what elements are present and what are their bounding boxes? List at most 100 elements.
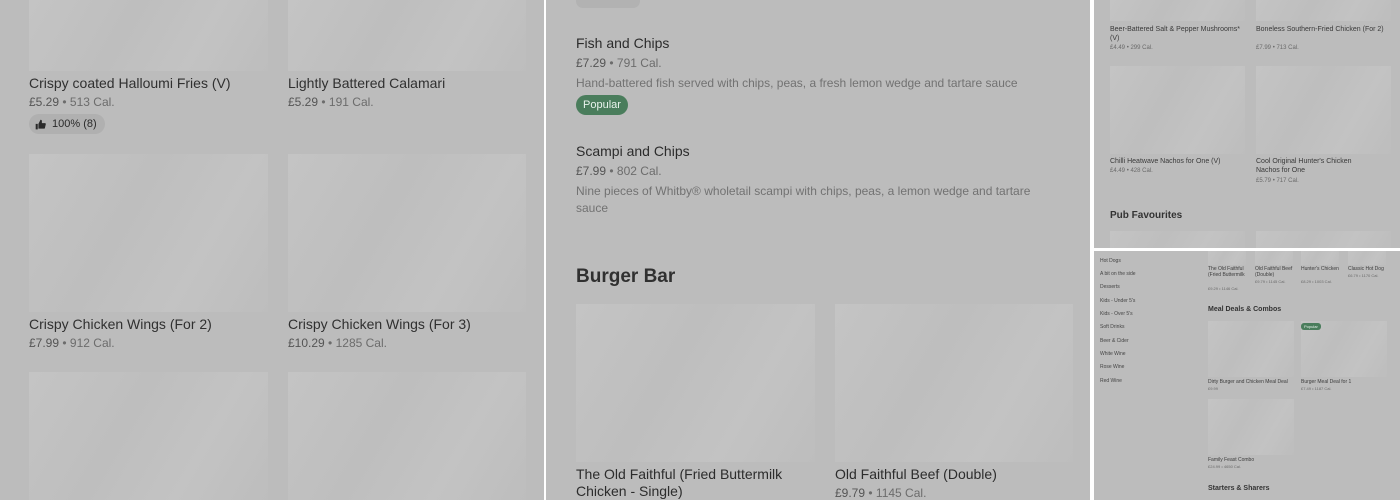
item-name[interactable]: Old Faithful Beef (Double) bbox=[1255, 266, 1299, 278]
sidebar-item-rose-wine[interactable]: Rose Wine bbox=[1100, 364, 1124, 370]
item-calories: 1003 Cal. bbox=[1314, 279, 1332, 284]
item-calories: 791 Cal. bbox=[616, 56, 662, 70]
item-price-cal: £4.49 • 428 Cal. bbox=[1110, 168, 1153, 174]
item-image[interactable] bbox=[576, 304, 815, 462]
item-name[interactable]: Crispy Chicken Wings (For 3) bbox=[288, 316, 471, 332]
rating-badge-cut bbox=[576, 0, 640, 8]
item-calories: 802 Cal. bbox=[616, 164, 662, 178]
item-image[interactable] bbox=[1208, 251, 1246, 265]
separator: • bbox=[609, 164, 614, 178]
item-price-cal: £9.29 • 1146 Cal. bbox=[1208, 286, 1239, 291]
item-image[interactable] bbox=[835, 304, 1073, 462]
item-price-cal: £7.29 • 791 Cal. bbox=[576, 56, 662, 70]
item-name[interactable]: Scampi and Chips bbox=[576, 143, 690, 159]
item-image[interactable] bbox=[1255, 251, 1293, 265]
item-image[interactable] bbox=[1256, 0, 1391, 21]
item-calories: 1146 Cal. bbox=[1221, 286, 1239, 291]
item-image[interactable] bbox=[1208, 399, 1294, 455]
sidebar-item-hot-dogs[interactable]: Hot Dogs bbox=[1100, 258, 1121, 264]
item-description: Nine pieces of Whitby® wholetail scampi … bbox=[576, 184, 1031, 215]
item-image[interactable] bbox=[1110, 66, 1245, 154]
item-image[interactable] bbox=[1348, 251, 1386, 265]
sidebar-item-kids-under-5[interactable]: Kids - Under 5's bbox=[1100, 298, 1135, 304]
menu-list-panel-middle: Fish and Chips £7.29 • 791 Cal. Hand-bat… bbox=[546, 0, 1090, 500]
sidebar-item-beer-cider[interactable]: Beer & Cider bbox=[1100, 338, 1129, 344]
item-price-cal: £7.99 • 713 Cal. bbox=[1256, 45, 1299, 51]
item-image[interactable] bbox=[29, 372, 268, 500]
item-name[interactable]: Fish and Chips bbox=[576, 35, 669, 51]
item-name[interactable]: Crispy Chicken Wings (For 2) bbox=[29, 316, 212, 332]
item-name[interactable]: Lightly Battered Calamari bbox=[288, 75, 445, 91]
item-price-cal: £10.29 • 1285 Cal. bbox=[288, 336, 387, 350]
menu-grid-panel-top-right: Beer-Battered Salt & Pepper Mushrooms* (… bbox=[1094, 0, 1400, 248]
separator: • bbox=[1126, 168, 1129, 174]
item-image[interactable] bbox=[29, 0, 268, 71]
separator: • bbox=[1221, 464, 1223, 469]
item-price-cal: £7.99 • 802 Cal. bbox=[576, 164, 662, 178]
item-price: £7.99 bbox=[29, 336, 60, 350]
item-name[interactable]: Classic Hot Dog bbox=[1348, 266, 1394, 272]
section-title: Burger Bar bbox=[576, 266, 676, 287]
item-calories: 717 Cal. bbox=[1276, 178, 1299, 184]
menu-grid-panel-left: Crispy coated Halloumi Fries (V) £5.29 •… bbox=[0, 0, 544, 500]
sidebar-item-desserts[interactable]: Desserts bbox=[1100, 284, 1120, 290]
item-name[interactable]: Dirty Burger and Chicken Meal Deal bbox=[1208, 379, 1298, 385]
item-price: £5.79 bbox=[1256, 178, 1272, 184]
item-name[interactable]: Burger Meal Deal for 1 bbox=[1301, 379, 1391, 385]
sidebar-item-red-wine[interactable]: Red Wine bbox=[1100, 378, 1122, 384]
item-name[interactable]: Family Feast Combo bbox=[1208, 457, 1298, 463]
item-price: £4.49 bbox=[1110, 45, 1126, 51]
item-image[interactable] bbox=[29, 154, 268, 312]
item-image[interactable] bbox=[1110, 231, 1245, 248]
item-price-cal: £9.79 • 1145 Cal. bbox=[835, 486, 926, 500]
item-image[interactable] bbox=[288, 154, 526, 312]
separator: • bbox=[609, 56, 614, 70]
item-image[interactable] bbox=[288, 0, 526, 71]
item-calories: 713 Cal. bbox=[1276, 45, 1299, 51]
item-price: £5.29 bbox=[29, 95, 60, 109]
item-price: £4.49 bbox=[1110, 168, 1126, 174]
item-name[interactable]: Chilli Heatwave Nachos for One (V) bbox=[1110, 157, 1245, 166]
sidebar-item-kids-over-5[interactable]: Kids - Over 5's bbox=[1100, 311, 1133, 317]
item-calories: 1170 Cal. bbox=[1361, 273, 1379, 278]
item-price: £7.99 bbox=[576, 164, 607, 178]
section-title: Starters & Sharers bbox=[1208, 485, 1270, 492]
item-image[interactable] bbox=[288, 372, 526, 500]
sidebar-item-white-wine[interactable]: White Wine bbox=[1100, 351, 1126, 357]
separator: • bbox=[321, 95, 326, 109]
item-price: £10.29 bbox=[288, 336, 325, 350]
item-name[interactable]: Beer-Battered Salt & Pepper Mushrooms* (… bbox=[1110, 25, 1245, 43]
item-price-cal: £5.29 • 513 Cal. bbox=[29, 95, 115, 109]
item-price: £8.29 bbox=[1301, 279, 1312, 284]
item-price-cal: £9.79 • 1145 Cal. bbox=[1255, 279, 1286, 284]
item-image[interactable] bbox=[1301, 251, 1339, 265]
item-name[interactable]: Old Faithful Beef (Double) bbox=[835, 466, 997, 482]
rating-badge: 100% (8) bbox=[29, 114, 105, 134]
item-image[interactable] bbox=[1256, 66, 1391, 154]
item-price: £5.29 bbox=[288, 95, 319, 109]
item-price: £9.79 bbox=[1255, 279, 1266, 284]
item-price-cal: £8.29 • 1003 Cal. bbox=[1301, 279, 1332, 284]
item-price-cal: £6.79 • 1170 Cal. bbox=[1348, 273, 1379, 278]
item-name[interactable]: Boneless Southern-Fried Chicken (For 2) bbox=[1256, 25, 1391, 34]
separator: • bbox=[1272, 45, 1275, 51]
sidebar-item-soft-drinks[interactable]: Soft Drinks bbox=[1100, 324, 1124, 330]
item-name[interactable]: Crispy coated Halloumi Fries (V) bbox=[29, 75, 231, 91]
separator: • bbox=[1312, 386, 1314, 391]
item-image[interactable] bbox=[1208, 321, 1294, 377]
item-name[interactable]: The Old Faithful (Fried Buttermilk bbox=[1208, 266, 1248, 278]
item-price-cal: £4.49 • 299 Cal. bbox=[1110, 45, 1153, 51]
item-name[interactable]: Hunter's Chicken bbox=[1301, 266, 1341, 272]
item-name[interactable]: Cool Original Hunter's Chicken Nachos fo… bbox=[1256, 157, 1376, 175]
sidebar-item-a-bit-on-the-side[interactable]: A bit on the side bbox=[1100, 271, 1136, 277]
item-price: £7.99 bbox=[1256, 45, 1272, 51]
item-calories: 1145 Cal. bbox=[1268, 279, 1286, 284]
item-image[interactable] bbox=[1110, 0, 1245, 21]
item-name[interactable]: The Old Faithful (Fried Buttermilk Chick… bbox=[576, 466, 806, 500]
separator: • bbox=[1219, 286, 1221, 291]
item-image[interactable] bbox=[1256, 231, 1391, 248]
separator: • bbox=[1312, 279, 1314, 284]
separator: • bbox=[1126, 45, 1129, 51]
item-calories: 1285 Cal. bbox=[335, 336, 387, 350]
item-calories: 299 Cal. bbox=[1130, 45, 1153, 51]
